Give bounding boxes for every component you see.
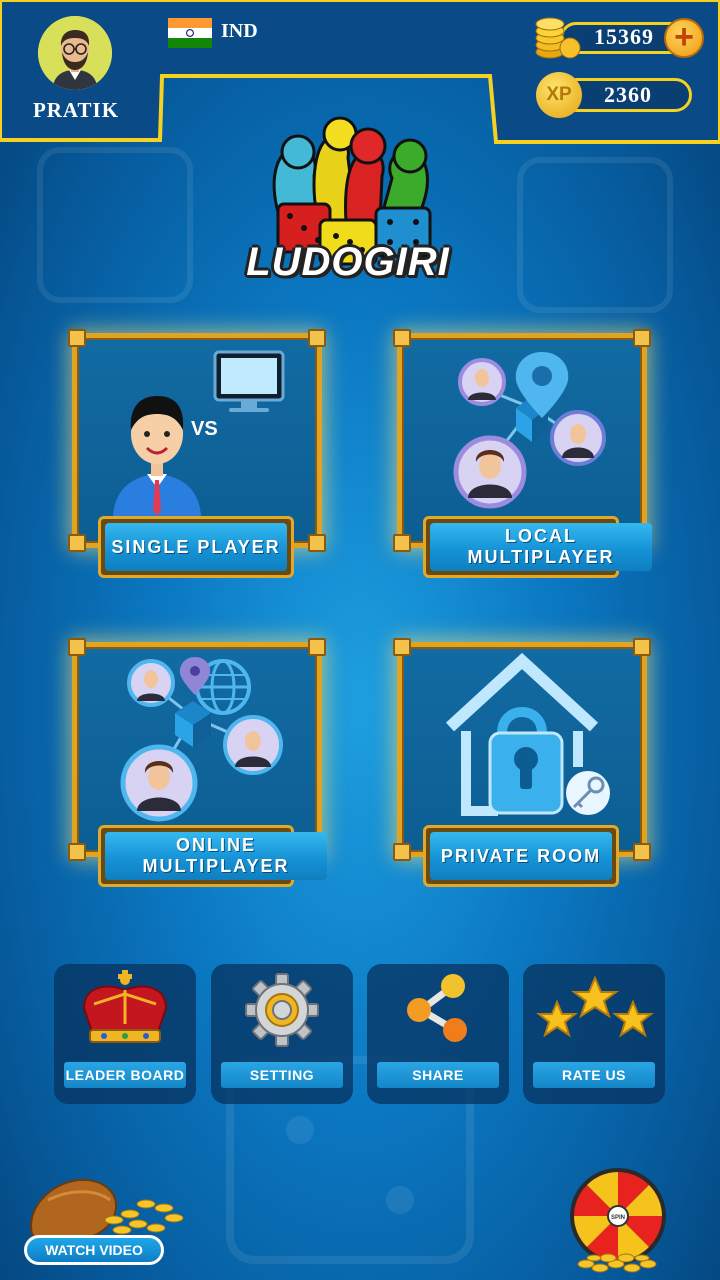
crown-icon bbox=[82, 970, 168, 1043]
single-player-label: SINGLE PLAYER bbox=[105, 523, 287, 571]
local-network-icon bbox=[453, 352, 606, 509]
leaderboard-label: LEADER BOARD bbox=[64, 1062, 186, 1088]
share-button[interactable]: SHARE bbox=[367, 964, 509, 1104]
private-room-button[interactable]: PRIVATE ROOM bbox=[423, 825, 619, 887]
coin-count: 15369 bbox=[594, 24, 654, 49]
frame-corner bbox=[633, 843, 651, 861]
xp-icon: XP bbox=[536, 72, 582, 118]
india-flag-icon bbox=[168, 18, 212, 48]
player-name: PRATIK bbox=[32, 98, 120, 122]
frame-corner bbox=[308, 534, 326, 552]
single-player-button[interactable]: SINGLE PLAYER bbox=[98, 516, 294, 578]
locked-house-icon bbox=[445, 652, 610, 816]
vs-label: VS bbox=[191, 418, 218, 440]
avatar[interactable] bbox=[38, 16, 112, 90]
leaderboard-button[interactable]: LEADER BOARD bbox=[54, 964, 196, 1104]
gear-icon bbox=[245, 973, 319, 1047]
online-network-globe-icon bbox=[120, 657, 283, 822]
frame-corner bbox=[68, 534, 86, 552]
man-avatar-icon bbox=[38, 16, 112, 90]
private-room-label: PRIVATE ROOM bbox=[430, 832, 612, 880]
share-icon bbox=[407, 974, 467, 1042]
local-multiplayer-label: LOCAL MULTIPLAYER bbox=[430, 523, 652, 571]
frame-corner bbox=[393, 843, 411, 861]
online-multiplayer-button[interactable]: ONLINE MULTIPLAYER bbox=[98, 825, 327, 887]
rate-us-label: RATE US bbox=[533, 1062, 655, 1088]
add-coins-button[interactable]: + bbox=[664, 18, 704, 58]
rate-us-button[interactable]: RATE US bbox=[523, 964, 665, 1104]
settings-button[interactable]: SETTING bbox=[211, 964, 353, 1104]
country-code: IND bbox=[221, 20, 258, 42]
spin-label: SPIN bbox=[611, 1215, 625, 1221]
app-logo-text: LUDOGIRI bbox=[246, 240, 450, 284]
share-label: SHARE bbox=[377, 1062, 499, 1088]
stars-icon bbox=[536, 975, 654, 1038]
xp-count: 2360 bbox=[604, 82, 652, 107]
frame-corner bbox=[393, 534, 411, 552]
settings-label: SETTING bbox=[221, 1062, 343, 1088]
online-multiplayer-label: ONLINE MULTIPLAYER bbox=[105, 832, 327, 880]
local-multiplayer-button[interactable]: LOCAL MULTIPLAYER bbox=[423, 516, 652, 578]
watch-video-button[interactable]: WATCH VIDEO bbox=[24, 1235, 164, 1265]
frame-corner bbox=[68, 843, 86, 861]
spin-wheel-icon[interactable]: SPIN bbox=[566, 1166, 670, 1276]
